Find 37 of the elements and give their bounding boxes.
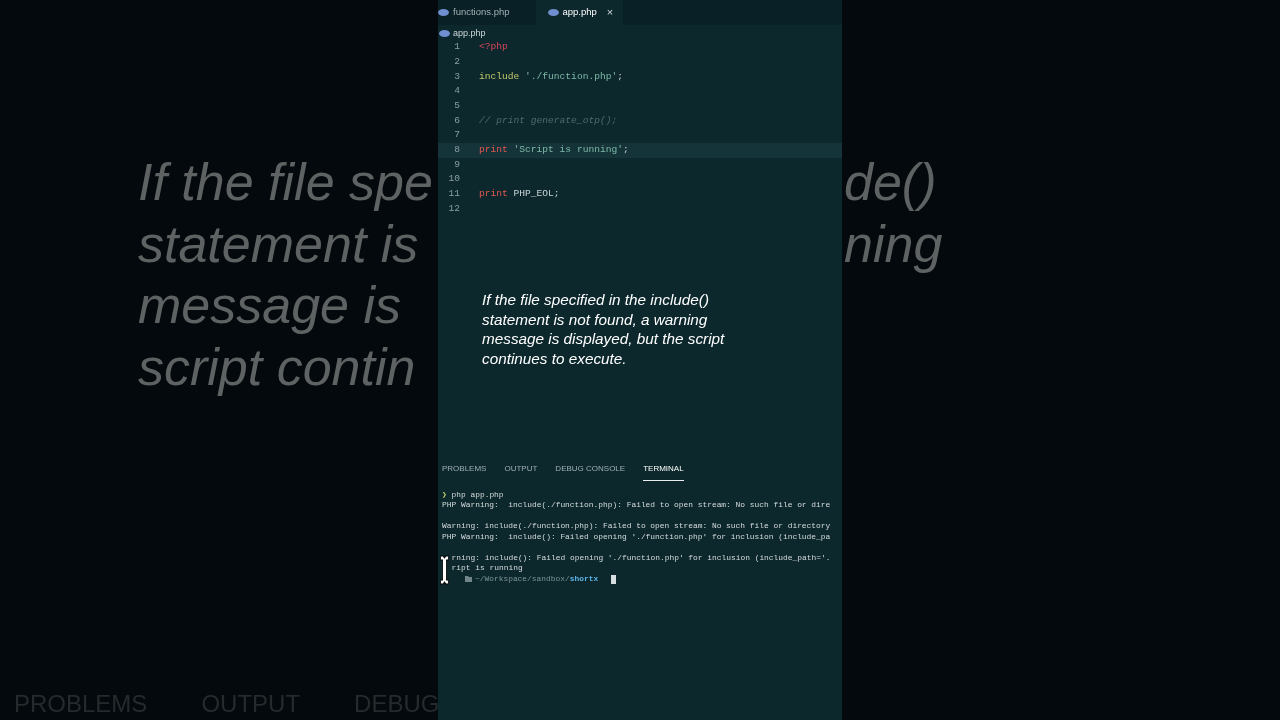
line-number: 5 bbox=[453, 98, 460, 113]
background-caption-text: statement is bbox=[138, 213, 419, 275]
php-file-icon bbox=[439, 30, 450, 37]
line-number: 11 bbox=[447, 187, 460, 201]
panel-tab[interactable]: TERMINAL bbox=[643, 458, 684, 481]
line-number: 9 bbox=[453, 157, 460, 172]
code-line: <?php bbox=[479, 40, 508, 55]
line-number: 7 bbox=[453, 128, 460, 143]
code-line: print PHP_EOL; bbox=[479, 187, 560, 201]
php-file-icon bbox=[438, 9, 449, 16]
panel-tab[interactable]: PROBLEMS bbox=[442, 458, 487, 481]
background-caption-text: de() bbox=[844, 152, 937, 213]
line-number: 1 bbox=[453, 40, 460, 55]
line-number: 3 bbox=[453, 69, 460, 84]
code-line: print 'Script is running'; bbox=[479, 142, 629, 157]
background-caption-text: If the file spe bbox=[138, 152, 433, 213]
line-number: 6 bbox=[453, 113, 460, 128]
editor-tab[interactable]: app.php × bbox=[535, 0, 624, 25]
line-number: 12 bbox=[447, 201, 460, 216]
caption-text: If the file specified in the include() statement is not found, a warning message is displayed, but the script continues to execute. bbox=[482, 290, 726, 369]
php-file-icon bbox=[547, 9, 559, 16]
panel-tab[interactable]: DEBUG CONSOLE bbox=[555, 458, 626, 481]
breadcrumb[interactable]: app.php bbox=[453, 26, 486, 41]
line-number: 4 bbox=[453, 84, 460, 99]
line-number: 10 bbox=[447, 172, 460, 187]
close-icon[interactable]: × bbox=[606, 4, 614, 21]
line-number: 2 bbox=[453, 54, 460, 69]
code-line: include './function.php'; bbox=[479, 69, 623, 84]
folder-icon bbox=[465, 576, 472, 583]
background-caption-text: script contin bbox=[138, 336, 416, 398]
code-line: // print generate_otp(); bbox=[479, 113, 618, 128]
background-caption-text: message is bbox=[138, 275, 401, 336]
background-caption-text: ning bbox=[844, 213, 943, 275]
panel-tab[interactable]: OUTPUT bbox=[504, 458, 538, 481]
i-beam-cursor-icon bbox=[440, 555, 449, 585]
terminal-cursor bbox=[611, 574, 617, 584]
line-number: 8 bbox=[453, 142, 460, 157]
